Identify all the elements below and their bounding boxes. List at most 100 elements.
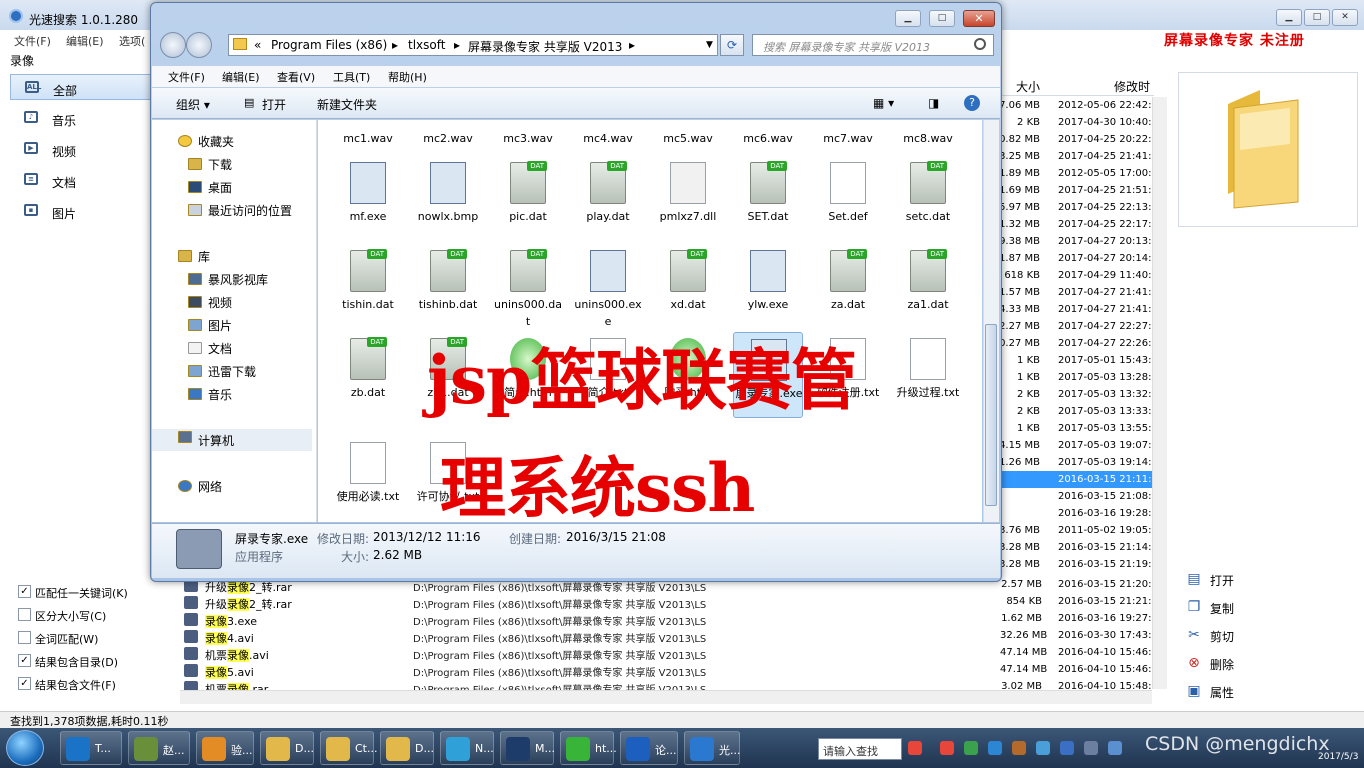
menu-options[interactable]: 选项( [119,33,145,49]
file-tile[interactable]: tishinb.dat [413,244,483,330]
back-button[interactable] [160,32,186,58]
explorer-close-button[interactable]: ✕ [963,10,995,27]
size-date-row[interactable]: 1 KB 2017-05-03 13:55: [1000,420,1152,437]
results-scrollbar[interactable] [1152,97,1167,689]
menu-file[interactable]: 文件(F) [168,69,205,85]
search-keyword[interactable]: 录像 [10,52,34,69]
checkbox[interactable]: ✓ [18,585,31,598]
address-dropdown-icon[interactable]: ▼ [706,40,713,50]
category-video[interactable]: ▶ 视频 [10,136,152,162]
new-folder-button[interactable]: 新建文件夹 [317,96,377,113]
size-date-row[interactable]: 1.26 MB 2017-05-03 19:14:7 [999,454,1158,471]
file-tile[interactable]: zb.dat [333,332,403,418]
refresh-button[interactable]: ⟳ [720,34,744,56]
file-tile[interactable]: ylw.exe [733,244,803,330]
size-date-row[interactable]: 2 KB 2017-04-30 10:40: [1000,114,1152,131]
file-tile[interactable]: pmlxz7.dll [653,156,723,242]
table-row[interactable]: 录像3.exe D:\Program Files (x86)\tlxsoft\屏幕… [180,611,1152,628]
tray-app-icon[interactable] [964,741,978,755]
taskbar-task[interactable]: Ct... [320,731,377,765]
action-open-button[interactable]: ▤ 打开 [1178,566,1358,592]
explorer-search-input[interactable]: 搜索 屏幕录像专家 共享版 V2013 [752,34,994,56]
view-options-icon[interactable]: ▦ ▾ [873,96,894,110]
category-document[interactable]: ≡ 文档 [10,167,152,193]
column-modified[interactable]: 修改时 [1114,78,1150,95]
size-date-row[interactable]: 4.15 MB 2017-05-03 19:07:0 [999,437,1158,454]
breadcrumb-tlxsoft[interactable]: tlxsoft [408,38,445,52]
checkbox[interactable] [18,608,31,621]
table-row[interactable]: 机票录像.avi D:\Program Files (x86)\tlxsoft\屏… [180,645,1152,662]
nav-computer[interactable]: 计算机 [152,429,312,451]
menu-view[interactable]: 查看(V) [277,69,315,85]
size-date-row[interactable]: 0.82 MB 2017-04-25 20:22: [999,131,1152,148]
menu-help[interactable]: 帮助(H) [388,69,427,85]
taskbar-task[interactable]: ht... [560,731,617,765]
size-date-row[interactable]: 1.89 MB 2012-05-05 17:00: [999,165,1152,182]
explorer-maximize-button[interactable]: □ [929,10,955,27]
taskbar-task[interactable]: T... [60,731,122,765]
search-icon[interactable] [974,38,986,50]
tray-app-icon[interactable] [1012,741,1026,755]
size-date-row[interactable]: 2016-03-15 21:11: [1000,471,1152,488]
size-date-row[interactable]: 5.97 MB 2017-04-25 22:13: [999,199,1152,216]
size-date-row[interactable]: 4.33 MB 2017-04-27 21:41: [999,301,1152,318]
clock-date[interactable]: 2017/5/3 [1318,752,1358,762]
file-tile[interactable]: mf.exe [333,156,403,242]
taskbar-task[interactable]: D... [380,731,434,765]
taskbar-task[interactable]: D... [260,731,314,765]
help-icon[interactable]: ? [964,95,980,111]
size-date-row[interactable]: 0.27 MB 2017-04-27 22:26:0 [999,335,1158,352]
breadcrumb-separator[interactable]: ▸ [454,38,460,52]
action-copy-button[interactable]: ❐ 复制 [1178,594,1358,620]
table-row[interactable]: 录像4.avi D:\Program Files (x86)\tlxsoft\屏幕… [180,628,1152,645]
start-button[interactable] [6,730,44,766]
breadcrumb-current[interactable]: 屏幕录像专家 共享版 V2013 [468,38,622,55]
category-picture[interactable]: ▪ 图片 [10,198,152,224]
table-row[interactable]: 升级录像2_转.rar D:\Program Files (x86)\tlxsof… [180,594,1152,611]
size-date-row[interactable]: 3.25 MB 2017-04-25 21:41:5 [999,148,1158,165]
size-date-row[interactable]: 2016-03-16 19:28: [1000,505,1152,522]
action-cut-button[interactable]: ✂ 剪切 [1178,622,1358,648]
horizontal-scrollbar[interactable] [180,690,1152,704]
menu-edit[interactable]: 编辑(E) [66,33,104,49]
category-music[interactable]: ♪ 音乐 [10,105,152,131]
table-row[interactable]: 录像5.avi D:\Program Files (x86)\tlxsoft\屏幕… [180,662,1152,679]
organize-button[interactable]: 组织 ▾ [176,96,210,113]
size-date-row[interactable]: 1 KB 2017-05-01 15:43:5 [1000,352,1158,369]
size-date-row[interactable]: 618 KB 2017-04-29 11:40:0 [1000,267,1158,284]
size-date-row[interactable]: 1.87 MB 2017-04-27 20:14:3 [999,250,1158,267]
taskbar-task[interactable]: 验... [196,731,254,765]
minimize-button[interactable]: ▁ [1276,9,1302,26]
scrollbar-thumb[interactable] [985,324,997,506]
breadcrumb-overflow[interactable]: « [254,38,261,52]
tray-app-icon[interactable] [1036,741,1050,755]
open-button[interactable]: 打开 [262,96,286,113]
menu-edit[interactable]: 编辑(E) [222,69,260,85]
size-date-row[interactable]: 1 KB 2017-05-03 13:28:3 [1000,369,1158,386]
file-tile[interactable]: nowlx.bmp [413,156,483,242]
taskbar-task[interactable]: M... [500,731,555,765]
preview-pane-icon[interactable]: ◨ [928,96,939,110]
file-tile[interactable]: unins000.exe [573,244,643,330]
breadcrumb-program-files[interactable]: Program Files (x86) [271,38,387,52]
action-delete-button[interactable]: ⊗ 删除 [1178,650,1358,676]
size-date-row[interactable]: 7.06 MB 2012-05-06 22:42: [999,97,1152,114]
checkbox[interactable]: ✓ [18,654,31,667]
size-date-row[interactable]: 1.69 MB 2017-04-25 21:51:5 [999,182,1158,199]
checkbox[interactable]: ✓ [18,677,31,690]
file-tile[interactable]: za.dat [813,244,883,330]
network-icon[interactable] [1108,741,1122,755]
size-date-row[interactable]: 9.38 MB 2017-04-27 20:13:5 [999,233,1158,250]
file-tile[interactable]: 升级过程.txt [893,332,963,418]
file-tile[interactable]: pic.dat [493,156,563,242]
action-properties-button[interactable]: ▣ 属性 [1178,678,1358,704]
tray-app-icon[interactable] [988,741,1002,755]
file-tile[interactable]: Set.def [813,156,883,242]
sogou-icon[interactable] [908,741,922,755]
taskbar-task[interactable]: 论... [620,731,678,765]
forward-button[interactable] [186,32,212,58]
table-row[interactable]: 机票录像.rar D:\Program Files (x86)\tlxsoft\屏… [180,679,1152,690]
size-date-row[interactable]: 1.57 MB 2017-04-27 21:41: [999,284,1152,301]
size-date-row[interactable]: 1.32 MB 2017-04-25 22:17:2 [999,216,1158,233]
bluetooth-icon[interactable] [1084,741,1098,755]
